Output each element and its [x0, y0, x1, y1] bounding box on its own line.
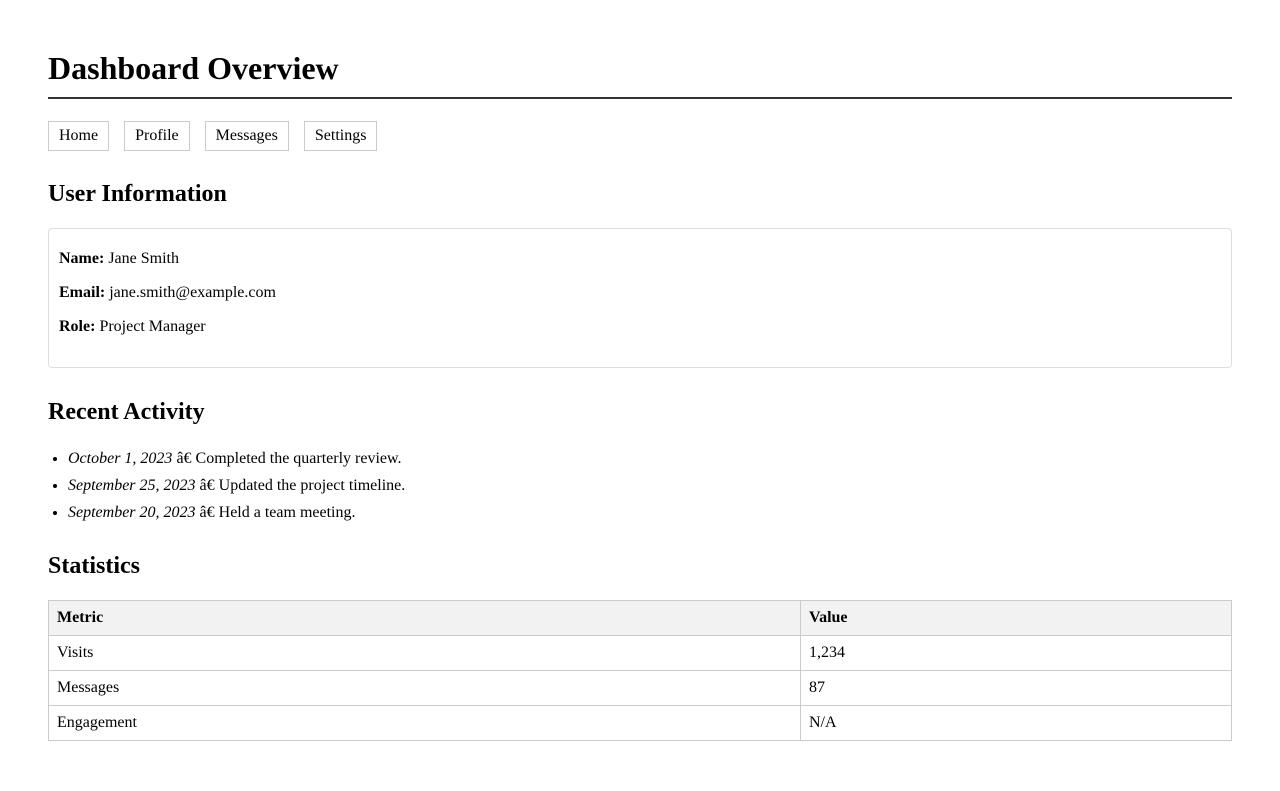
activity-separator: â€ [199, 477, 215, 494]
nav-link-messages[interactable]: Messages [204, 121, 289, 151]
value-cell: 1,234 [800, 635, 1232, 671]
list-item: September 20, 2023 â€ Held a team meetin… [68, 499, 1232, 526]
statistics-heading: Statistics [48, 553, 140, 579]
activity-text: Held a team meeting. [218, 504, 356, 521]
metric-cell: Visits [48, 635, 801, 671]
activity-text: Updated the project timeline. [218, 477, 406, 494]
user-email-label: Email: [59, 284, 106, 301]
activity-separator: â€ [199, 504, 215, 521]
statistics-table: Metric Value Visits 1,234 Messages 87 En… [48, 600, 1232, 741]
activity-date: September 25, 2023 [68, 477, 196, 494]
activity-date: September 20, 2023 [68, 504, 196, 521]
dashboard-page: Dashboard Overview Home Profile Messages… [0, 0, 1280, 791]
user-info-card: Name: Jane Smith Email: jane.smith@examp… [48, 228, 1232, 368]
user-role-label: Role: [59, 318, 96, 335]
nav-link-settings[interactable]: Settings [303, 121, 378, 151]
user-email-value: jane.smith@example.com [109, 284, 276, 301]
list-item: September 25, 2023 â€ Updated the projec… [68, 472, 1232, 499]
column-header-metric: Metric [48, 600, 801, 636]
column-header-value: Value [800, 600, 1232, 636]
user-role-value: Project Manager [99, 318, 206, 335]
value-cell: N/A [800, 705, 1232, 741]
user-name-row: Name: Jane Smith [59, 250, 1221, 268]
user-name-value: Jane Smith [108, 250, 179, 267]
value-cell: 87 [800, 670, 1232, 706]
nav-link-home[interactable]: Home [48, 121, 110, 151]
activity-date: October 1, 2023 [68, 450, 173, 467]
table-row: Engagement N/A [48, 705, 1232, 741]
main-nav: Home Profile Messages Settings [48, 121, 1232, 151]
user-role-row: Role: Project Manager [59, 318, 1221, 336]
user-email-row: Email: jane.smith@example.com [59, 284, 1221, 302]
user-info-heading: User Information [48, 181, 227, 207]
activity-text: Completed the quarterly review. [195, 450, 402, 467]
metric-cell: Engagement [48, 705, 801, 741]
nav-link-profile[interactable]: Profile [124, 121, 190, 151]
page-title: Dashboard Overview [48, 0, 1232, 99]
activity-list: October 1, 2023 â€ Completed the quarter… [48, 445, 1232, 526]
table-row: Messages 87 [48, 670, 1232, 706]
list-item: October 1, 2023 â€ Completed the quarter… [68, 445, 1232, 472]
table-row: Visits 1,234 [48, 635, 1232, 671]
metric-cell: Messages [48, 670, 801, 706]
recent-activity-heading: Recent Activity [48, 399, 205, 425]
activity-separator: â€ [176, 450, 192, 467]
user-name-label: Name: [59, 250, 105, 267]
table-header-row: Metric Value [48, 600, 1232, 636]
